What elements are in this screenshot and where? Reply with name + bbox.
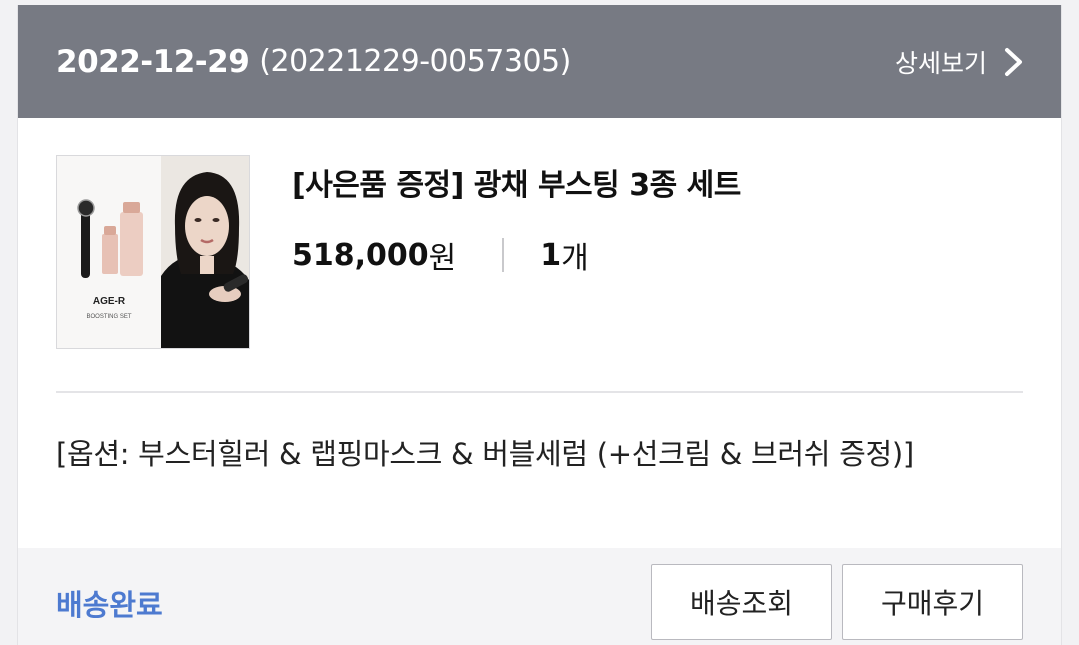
meta-divider — [502, 238, 505, 272]
track-delivery-button[interactable]: 배송조회 — [651, 564, 832, 640]
product-thumbnail[interactable]: AGE-R BOOSTING SET — [56, 155, 250, 349]
bottle-small — [102, 234, 118, 274]
delivery-status: 배송완료 — [56, 588, 163, 622]
product-quantity: 1 — [540, 237, 562, 273]
model-face — [185, 196, 229, 256]
order-number: (20221229-0057305) — [259, 44, 571, 79]
footer-buttons: 배송조회 구매후기 — [651, 564, 1023, 640]
product-option: [옵션: 부스터힐러 & 랩핑마스크 & 버블세럼 (+선크림 & 브러쉬 증정… — [56, 437, 914, 471]
detail-link[interactable]: 상세보기 — [895, 44, 1025, 80]
product-meta: 518,000 원 1개 — [292, 233, 589, 277]
order-header: 2022-12-29 (20221229-0057305) 상세보기 — [18, 5, 1061, 118]
thumbnail-sub: BOOSTING SET — [86, 314, 131, 320]
product-price: 518,000 — [292, 237, 429, 273]
thumbnail-brand: AGE-R — [93, 296, 126, 307]
section-divider — [56, 391, 1023, 393]
order-card: 2022-12-29 (20221229-0057305) 상세보기 AGE-R — [17, 5, 1062, 645]
detail-label: 상세보기 — [894, 48, 987, 78]
product-image: AGE-R BOOSTING SET — [57, 156, 249, 348]
order-date: 2022-12-29 — [56, 43, 250, 80]
product-name[interactable]: [사은품 증정] 광채 부스팅 3종 세트 — [292, 160, 741, 204]
price-unit: 원 — [428, 241, 457, 276]
order-footer: 배송완료 배송조회 구매후기 — [18, 548, 1061, 645]
chevron-right-icon — [1005, 47, 1022, 76]
write-review-button[interactable]: 구매후기 — [842, 564, 1023, 640]
product-row: AGE-R BOOSTING SET [사은품 증정] 광채 부스팅 3종 세트… — [56, 155, 1023, 355]
bottle-tall — [120, 212, 143, 276]
quantity-unit: 개 — [561, 241, 589, 276]
